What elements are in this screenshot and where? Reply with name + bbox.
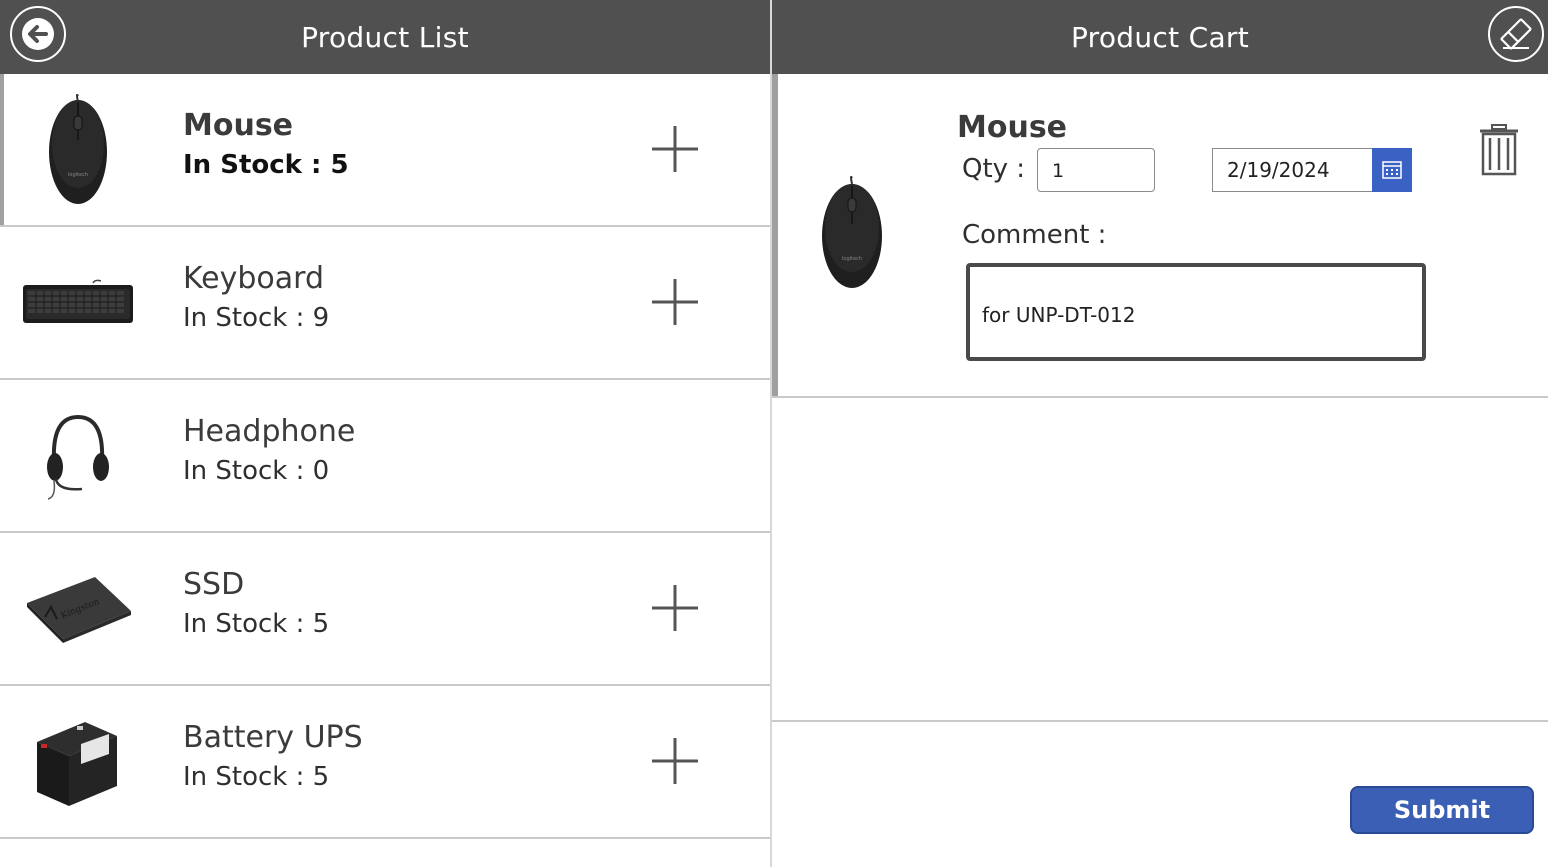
product-stock: In Stock : 5 [183,609,330,639]
product-list-header: Product List [0,0,770,74]
svg-text:logitech: logitech [842,256,862,262]
product-row-battery-ups[interactable]: Battery UPS In Stock : 5 [0,686,770,839]
product-cart-header: Product Cart [772,0,1548,74]
cart-item: logitech Mouse Qty : 1 2/19/2024 Comment… [772,74,1548,398]
qty-input[interactable]: 1 [1037,148,1155,192]
eraser-icon [1500,18,1532,50]
clear-cart-button[interactable] [1488,6,1544,62]
product-name: Keyboard [183,261,325,296]
add-icon[interactable] [650,277,700,327]
product-name: SSD [183,567,245,602]
mouse-image: logitech [18,92,138,207]
product-list-title: Product List [301,20,469,54]
product-row-keyboard[interactable]: Keyboard In Stock : 9 [0,227,770,380]
cart-footer-divider [772,720,1548,722]
product-stock: In Stock : 9 [183,303,330,333]
product-stock: In Stock : 5 [183,762,330,792]
back-button[interactable] [10,6,66,62]
comment-input[interactable]: for UNP-DT-012 [966,263,1426,361]
product-row-ssd[interactable]: Kingston SSD In Stock : 5 [0,533,770,686]
product-name: Battery UPS [183,720,363,755]
add-icon[interactable] [650,124,700,174]
date-value: 2/19/2024 [1227,158,1330,182]
cart-item-name: Mouse [957,110,1068,145]
add-icon[interactable] [650,583,700,633]
battery-image [18,704,138,819]
qty-label: Qty : [962,154,1026,184]
product-name: Headphone [183,414,356,449]
calendar-button[interactable] [1372,148,1412,192]
calendar-icon [1382,161,1402,179]
product-stock: In Stock : 0 [183,456,330,486]
add-icon[interactable] [650,736,700,786]
ssd-image: Kingston [18,551,138,666]
submit-button[interactable]: Submit [1350,786,1534,834]
product-stock: In Stock : 5 [183,150,349,180]
product-cart-title: Product Cart [1070,20,1249,54]
comment-value: for UNP-DT-012 [982,303,1136,327]
comment-label: Comment : [962,220,1107,250]
trash-icon[interactable] [1478,124,1520,176]
product-row-mouse[interactable]: logitech Mouse In Stock : 5 [0,74,770,227]
keyboard-image [18,245,138,360]
date-picker[interactable]: 2/19/2024 [1212,148,1412,192]
product-list: logitech Mouse In Stock : 5 Keyboard In … [0,74,770,839]
product-name: Mouse [183,108,294,143]
cart-mouse-image: logitech [822,175,882,288]
back-arrow-icon [22,18,54,50]
headphone-image [18,398,138,513]
product-row-headphone[interactable]: Headphone In Stock : 0 [0,380,770,533]
svg-text:logitech: logitech [68,172,88,178]
